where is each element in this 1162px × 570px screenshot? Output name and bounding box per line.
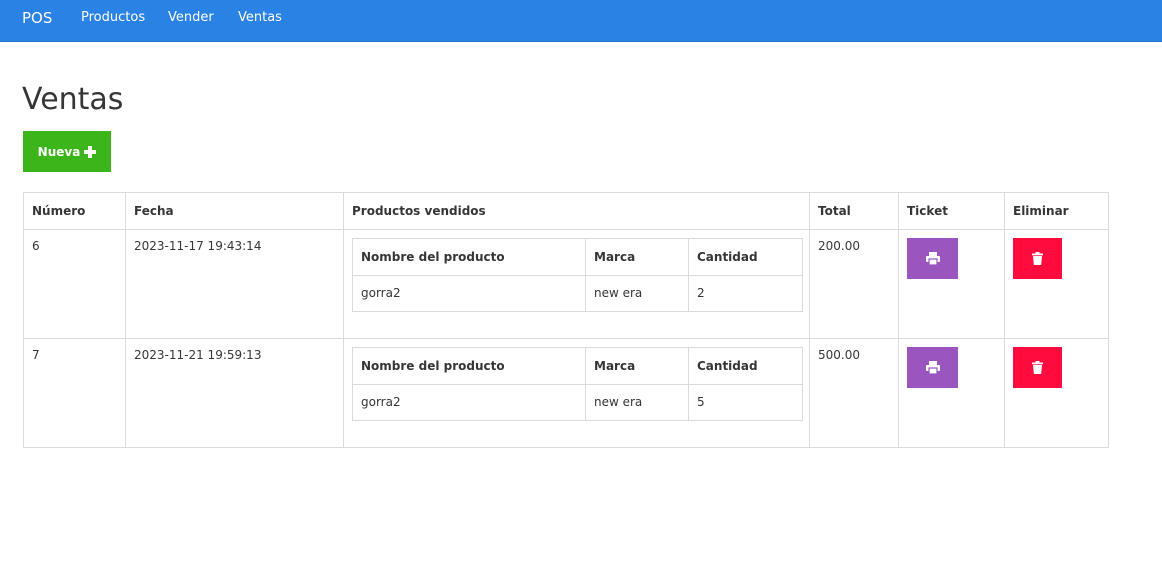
new-sale-button-label: Nueva bbox=[37, 144, 81, 159]
cell-numero: 7 bbox=[23, 338, 126, 448]
product-brand: new era bbox=[585, 275, 689, 312]
products-table: Nombre del producto Marca Cantidad gorra… bbox=[352, 347, 803, 421]
header-ticket: Ticket bbox=[898, 192, 1005, 230]
sale-total: 500.00 bbox=[818, 348, 860, 362]
header-eliminar: Eliminar bbox=[1004, 192, 1109, 230]
products-header-row: Nombre del producto Marca Cantidad bbox=[352, 238, 803, 276]
print-icon bbox=[925, 361, 940, 374]
table-row: 6 2023-11-17 19:43:14 Nombre del product… bbox=[23, 229, 1109, 339]
print-icon bbox=[925, 252, 940, 265]
product-quantity: 2 bbox=[688, 275, 803, 312]
sale-date: 2023-11-17 19:43:14 bbox=[134, 239, 262, 253]
plus-icon bbox=[84, 145, 97, 158]
sale-date: 2023-11-21 19:59:13 bbox=[134, 348, 262, 362]
trash-icon bbox=[1032, 361, 1043, 374]
header-marca: Marca bbox=[585, 347, 689, 385]
product-name: gorra2 bbox=[352, 275, 586, 312]
cell-productos: Nombre del producto Marca Cantidad gorra… bbox=[343, 229, 810, 339]
header-nombre-producto: Nombre del producto bbox=[352, 238, 586, 276]
top-navbar: POS Productos Vender Ventas bbox=[0, 0, 1162, 42]
products-header-row: Nombre del producto Marca Cantidad bbox=[352, 347, 803, 385]
product-name: gorra2 bbox=[352, 384, 586, 421]
new-sale-button[interactable]: Nueva bbox=[23, 131, 111, 172]
cell-eliminar bbox=[1004, 338, 1109, 448]
header-nombre-producto: Nombre del producto bbox=[352, 347, 586, 385]
products-table: Nombre del producto Marca Cantidad gorra… bbox=[352, 238, 803, 312]
page-title: Ventas bbox=[22, 82, 124, 117]
trash-icon bbox=[1032, 252, 1043, 265]
print-ticket-button[interactable] bbox=[907, 347, 958, 388]
cell-fecha: 2023-11-21 19:59:13 bbox=[125, 338, 344, 448]
cell-fecha: 2023-11-17 19:43:14 bbox=[125, 229, 344, 339]
cell-ticket bbox=[898, 338, 1005, 448]
nav-link-productos[interactable]: Productos bbox=[81, 0, 145, 36]
delete-sale-button[interactable] bbox=[1013, 347, 1062, 388]
cell-productos: Nombre del producto Marca Cantidad gorra… bbox=[343, 338, 810, 448]
product-quantity: 5 bbox=[688, 384, 803, 421]
sale-number: 7 bbox=[32, 348, 40, 362]
cell-eliminar bbox=[1004, 229, 1109, 339]
brand-link[interactable]: POS bbox=[22, 0, 52, 36]
sale-number: 6 bbox=[32, 239, 40, 253]
cell-ticket bbox=[898, 229, 1005, 339]
header-total: Total bbox=[809, 192, 899, 230]
product-brand: new era bbox=[585, 384, 689, 421]
header-fecha: Fecha bbox=[125, 192, 344, 230]
delete-sale-button[interactable] bbox=[1013, 238, 1062, 279]
cell-total: 200.00 bbox=[809, 229, 899, 339]
product-row: gorra2 new era 5 bbox=[352, 384, 803, 421]
table-row: 7 2023-11-21 19:59:13 Nombre del product… bbox=[23, 338, 1109, 448]
sale-total: 200.00 bbox=[818, 239, 860, 253]
table-header-row: Número Fecha Productos vendidos Total Ti… bbox=[23, 192, 1109, 230]
cell-total: 500.00 bbox=[809, 338, 899, 448]
header-cantidad: Cantidad bbox=[688, 238, 803, 276]
header-marca: Marca bbox=[585, 238, 689, 276]
cell-numero: 6 bbox=[23, 229, 126, 339]
nav-link-vender[interactable]: Vender bbox=[168, 0, 214, 36]
nav-link-ventas[interactable]: Ventas bbox=[238, 0, 282, 36]
header-productos-vendidos: Productos vendidos bbox=[343, 192, 810, 230]
product-row: gorra2 new era 2 bbox=[352, 275, 803, 312]
header-numero: Número bbox=[23, 192, 126, 230]
header-cantidad: Cantidad bbox=[688, 347, 803, 385]
sales-table: Número Fecha Productos vendidos Total Ti… bbox=[23, 192, 1109, 448]
print-ticket-button[interactable] bbox=[907, 238, 958, 279]
